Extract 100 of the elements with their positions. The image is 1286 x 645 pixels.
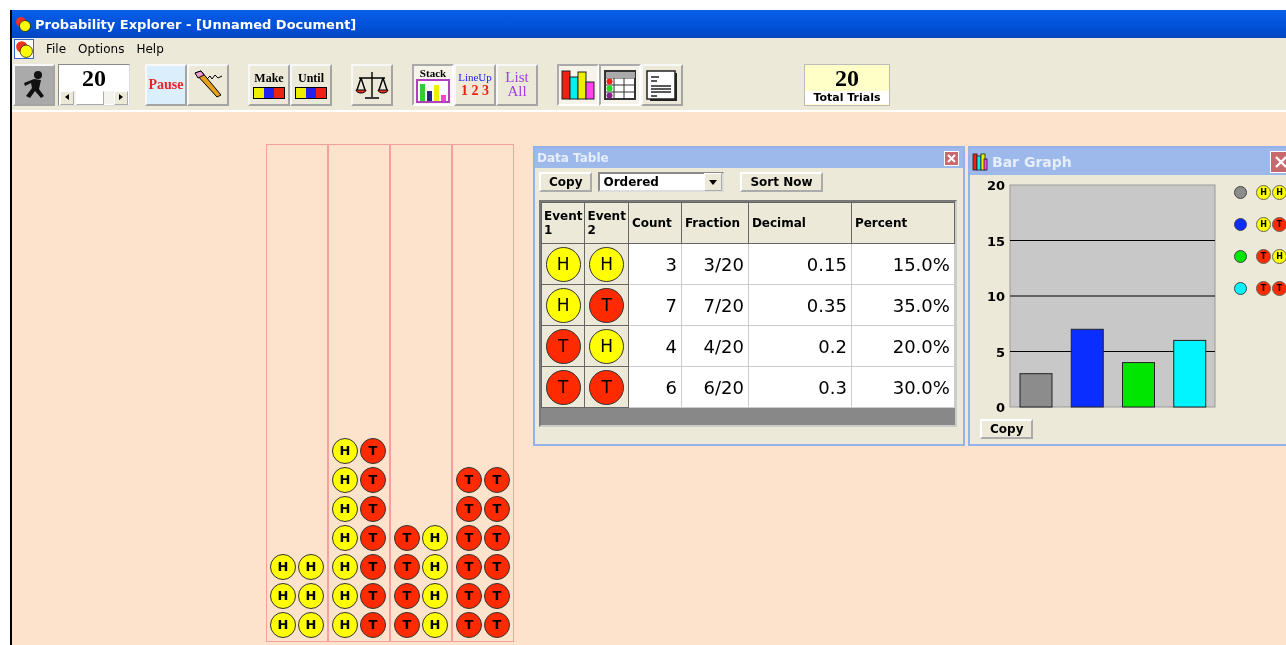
bar bbox=[1122, 362, 1155, 408]
table-cell: 35.0% bbox=[851, 284, 955, 326]
balance-icon bbox=[355, 69, 389, 101]
coin: T bbox=[456, 466, 482, 493]
right-arrow-icon[interactable] bbox=[118, 93, 124, 100]
coin: H bbox=[332, 553, 358, 580]
sort-dropdown[interactable]: Ordered bbox=[598, 172, 725, 192]
coin: T bbox=[360, 582, 386, 609]
run-button[interactable] bbox=[13, 64, 55, 106]
window-title: Data Table bbox=[537, 151, 609, 165]
coin: T bbox=[1256, 249, 1271, 264]
coin: T bbox=[360, 437, 386, 464]
coin: T bbox=[1272, 217, 1286, 232]
axis-tick-label: 20 bbox=[986, 179, 1005, 193]
table-cell: 0.15 bbox=[748, 243, 852, 285]
scroll-bar[interactable] bbox=[60, 91, 128, 104]
coin: H bbox=[298, 553, 324, 580]
coin: H bbox=[332, 582, 358, 609]
coin: H bbox=[422, 524, 448, 551]
total-trials-value: 20 bbox=[835, 65, 859, 91]
column-header: Count bbox=[628, 202, 682, 244]
axis-tick-label: 10 bbox=[986, 289, 1005, 304]
coin: T bbox=[484, 553, 510, 580]
menu-item[interactable]: Options bbox=[78, 42, 125, 56]
table-cell: 3/20 bbox=[681, 243, 749, 285]
coin: T bbox=[484, 495, 510, 522]
table-cell: 4/20 bbox=[681, 325, 749, 367]
column-header: Fraction bbox=[681, 202, 749, 244]
coin: T bbox=[360, 611, 386, 638]
coin: T bbox=[1272, 281, 1286, 296]
coin: H bbox=[332, 437, 358, 464]
coin: H bbox=[422, 553, 448, 580]
coin: H bbox=[332, 466, 358, 493]
close-button[interactable] bbox=[1270, 150, 1286, 173]
column-header: Decimal bbox=[748, 202, 852, 244]
notepad-icon[interactable] bbox=[641, 64, 683, 106]
coin: T bbox=[394, 582, 420, 609]
coin: H bbox=[332, 495, 358, 522]
close-button[interactable] bbox=[944, 150, 959, 166]
coin: T bbox=[360, 553, 386, 580]
coin: T bbox=[545, 369, 581, 405]
caret-icon[interactable] bbox=[709, 179, 718, 185]
menu-item[interactable]: File bbox=[46, 42, 67, 56]
table-cell: 30.0% bbox=[851, 366, 955, 408]
table-cell: 0.35 bbox=[748, 284, 852, 326]
pause-button[interactable]: Pause bbox=[145, 64, 187, 106]
coin: H bbox=[1272, 185, 1286, 200]
coin: T bbox=[360, 524, 386, 551]
coin: H bbox=[298, 611, 324, 638]
copy-button[interactable]: Copy bbox=[980, 419, 1034, 439]
make-button[interactable]: Make bbox=[248, 64, 290, 106]
until-button[interactable]: Until bbox=[290, 64, 332, 106]
column-header: Event 1 bbox=[541, 202, 585, 244]
balance-button[interactable] bbox=[351, 64, 393, 106]
table-cell: 20.0% bbox=[851, 325, 955, 367]
table-cell: 6 bbox=[628, 366, 682, 408]
coin: T bbox=[394, 611, 420, 638]
axis-tick-label: 0 bbox=[995, 400, 1005, 415]
coin: T bbox=[394, 553, 420, 580]
coin: T bbox=[456, 524, 482, 551]
eraser-button[interactable] bbox=[187, 64, 229, 106]
coin: H bbox=[332, 524, 358, 551]
coin: T bbox=[456, 495, 482, 522]
column-header: Percent bbox=[851, 202, 955, 244]
app-icon bbox=[15, 16, 31, 32]
coin: H bbox=[545, 246, 581, 282]
coin: H bbox=[1256, 217, 1271, 232]
coin: H bbox=[545, 287, 581, 323]
coin: H bbox=[332, 611, 358, 638]
coin: T bbox=[589, 369, 625, 405]
coin: H bbox=[1272, 249, 1286, 264]
coin: H bbox=[422, 611, 448, 638]
axis-tick-label: 15 bbox=[986, 233, 1005, 249]
arrange-button[interactable]: LineUp 1 2 3 bbox=[454, 64, 496, 106]
left-arrow-icon[interactable] bbox=[64, 93, 70, 100]
table-cell: 4 bbox=[628, 325, 682, 367]
copy-button[interactable]: Copy bbox=[539, 172, 593, 192]
coin: H bbox=[1256, 185, 1271, 200]
arrange-button[interactable]: Stack bbox=[412, 64, 454, 106]
coin: H bbox=[422, 582, 448, 609]
bar bbox=[1173, 339, 1207, 408]
axis-tick-label: 5 bbox=[995, 344, 1005, 360]
sort-now-button[interactable]: Sort Now bbox=[740, 172, 823, 192]
table-icon[interactable] bbox=[599, 64, 641, 106]
menu-item[interactable]: Help bbox=[136, 42, 164, 56]
coin: T bbox=[360, 466, 386, 493]
table-cell: 7 bbox=[628, 284, 682, 326]
arrange-button[interactable]: List All bbox=[496, 64, 538, 106]
coin: T bbox=[1256, 281, 1271, 296]
bar-chart-icon[interactable] bbox=[557, 64, 599, 106]
coin: T bbox=[456, 553, 482, 580]
app-icon[interactable] bbox=[14, 39, 34, 59]
bar-chart-icon bbox=[972, 152, 988, 171]
table-cell: 0.2 bbox=[748, 325, 852, 367]
coin: H bbox=[589, 246, 625, 282]
bar bbox=[1019, 373, 1053, 408]
coin: T bbox=[484, 524, 510, 551]
coin: H bbox=[589, 328, 625, 364]
coin: T bbox=[484, 466, 510, 493]
coin: H bbox=[298, 582, 324, 609]
